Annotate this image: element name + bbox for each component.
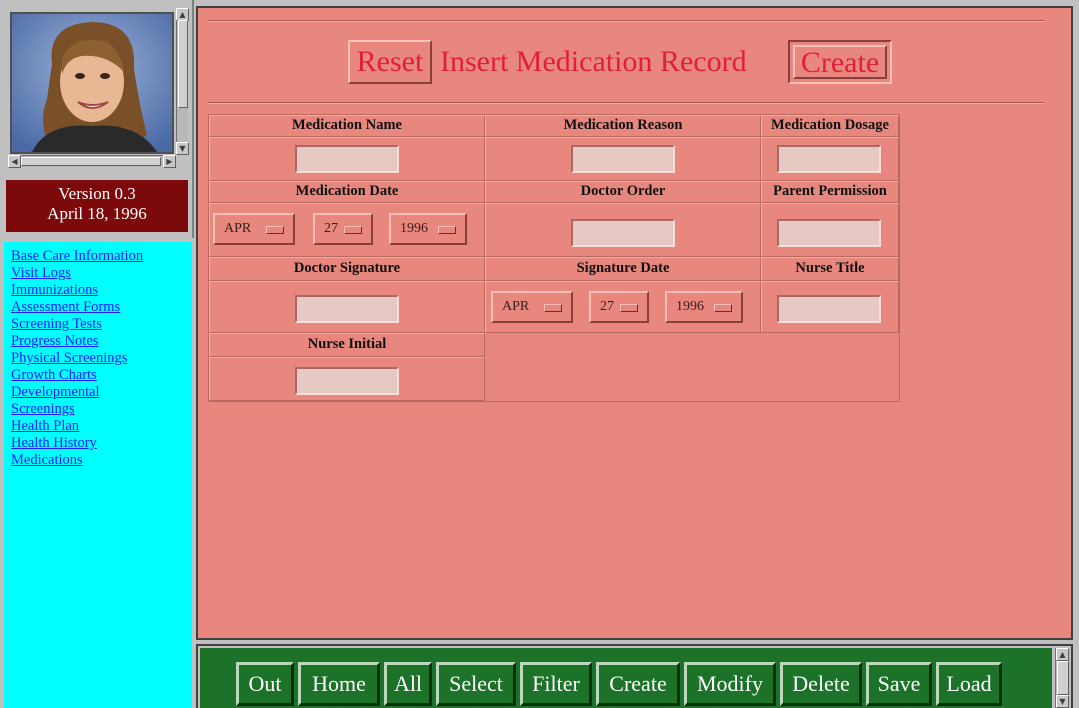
action-toolbar: Out Home All Select Filter Create Modify… xyxy=(200,648,1052,708)
create-record-label: Create xyxy=(793,45,887,79)
scroll-down-icon[interactable]: ▼ xyxy=(176,142,189,155)
modify-button[interactable]: Modify xyxy=(684,662,776,706)
doctor-signature-label: Doctor Signature xyxy=(293,260,401,276)
select-button[interactable]: Select xyxy=(436,662,516,706)
page-title: Insert Medication Record xyxy=(440,45,747,78)
medication-date-day-select[interactable]: 27 xyxy=(313,213,373,245)
medication-name-label: Medication Name xyxy=(292,117,402,133)
doctor-order-field[interactable] xyxy=(571,219,675,247)
medication-name-field[interactable] xyxy=(295,145,399,173)
signature-date-month-select[interactable]: APR xyxy=(491,291,573,323)
nurse-title-field[interactable] xyxy=(777,295,881,323)
nurse-initial-field[interactable] xyxy=(295,367,399,395)
navigation-list: Base Care Information Visit Logs Immuniz… xyxy=(4,242,192,708)
nav-link-growth-charts[interactable]: Growth Charts xyxy=(11,367,192,384)
nav-link-health-plan[interactable]: Health Plan xyxy=(11,418,192,435)
nav-link-screenings[interactable]: Screenings xyxy=(11,401,192,418)
medication-month-value: APR xyxy=(224,221,252,236)
medication-reason-field[interactable] xyxy=(571,145,675,173)
scroll-down-icon[interactable]: ▼ xyxy=(1056,695,1069,708)
medication-date-month-select[interactable]: APR xyxy=(213,213,295,245)
nav-link-health-history[interactable]: Health History xyxy=(11,435,192,452)
signature-month-value: APR xyxy=(502,299,530,314)
signature-day-value: 27 xyxy=(600,299,614,314)
nav-link-screening-tests[interactable]: Screening Tests xyxy=(11,316,192,333)
dropdown-indicator-icon xyxy=(266,226,284,234)
create-record-button[interactable]: Create xyxy=(788,40,892,84)
dropdown-indicator-icon xyxy=(544,304,562,312)
medication-dosage-label: Medication Dosage xyxy=(771,117,889,133)
scroll-up-icon[interactable]: ▲ xyxy=(1056,648,1069,661)
save-button[interactable]: Save xyxy=(866,662,932,706)
nav-link-medications[interactable]: Medications xyxy=(11,452,192,469)
load-button[interactable]: Load xyxy=(936,662,1002,706)
nav-link-assessment-forms[interactable]: Assessment Forms xyxy=(11,299,192,316)
nav-link-visit-logs[interactable]: Visit Logs xyxy=(11,265,192,282)
toolbar-frame: Out Home All Select Filter Create Modify… xyxy=(196,644,1073,708)
signature-year-value: 1996 xyxy=(676,299,704,314)
version-badge: Version 0.3 April 18, 1996 xyxy=(6,180,188,232)
reset-button[interactable]: Reset xyxy=(348,40,432,84)
medication-date-year-select[interactable]: 1996 xyxy=(389,213,467,245)
nurse-initial-label: Nurse Initial xyxy=(307,336,387,352)
version-date: April 18, 1996 xyxy=(47,204,147,223)
nav-link-progress-notes[interactable]: Progress Notes xyxy=(11,333,192,350)
create-button[interactable]: Create xyxy=(596,662,680,706)
scroll-thumb[interactable] xyxy=(178,20,188,108)
signature-date-day-select[interactable]: 27 xyxy=(589,291,649,323)
nav-link-immunizations[interactable]: Immunizations xyxy=(11,282,192,299)
medication-form-table: Medication Name Medication Reason Medica… xyxy=(208,114,900,402)
delete-button[interactable]: Delete xyxy=(780,662,862,706)
dropdown-indicator-icon xyxy=(620,304,638,312)
nav-link-developmental[interactable]: Developmental xyxy=(11,384,192,401)
nav-link-physical-screenings[interactable]: Physical Screenings xyxy=(11,350,192,367)
scroll-thumb[interactable] xyxy=(1057,661,1069,695)
dropdown-indicator-icon xyxy=(438,226,456,234)
version-number: Version 0.3 xyxy=(58,184,136,203)
navigation-frame: Base Care Information Visit Logs Immuniz… xyxy=(0,238,194,708)
out-button[interactable]: Out xyxy=(236,662,294,706)
medication-dosage-field[interactable] xyxy=(777,145,881,173)
parent-permission-label: Parent Permission xyxy=(773,183,887,199)
signature-date-year-select[interactable]: 1996 xyxy=(665,291,743,323)
home-button[interactable]: Home xyxy=(298,662,380,706)
photo-frame: ▲ ▼ ◀ ▶ xyxy=(0,0,194,172)
portrait-image xyxy=(12,14,172,152)
medication-year-value: 1996 xyxy=(400,221,428,236)
nav-link-base-care-information[interactable]: Base Care Information xyxy=(11,248,192,265)
all-button[interactable]: All xyxy=(384,662,432,706)
doctor-signature-field[interactable] xyxy=(295,295,399,323)
medication-reason-label: Medication Reason xyxy=(563,117,683,133)
photo-vertical-scrollbar[interactable]: ▲ ▼ xyxy=(176,8,189,155)
scroll-thumb-horizontal[interactable] xyxy=(21,157,161,166)
medication-date-label: Medication Date xyxy=(295,183,399,199)
nurse-title-label: Nurse Title xyxy=(795,260,865,276)
photo-horizontal-scrollbar[interactable]: ◀ ▶ xyxy=(8,155,176,168)
student-photo xyxy=(10,12,174,154)
filter-button[interactable]: Filter xyxy=(520,662,592,706)
toolbar-vertical-scrollbar[interactable]: ▲ ▼ xyxy=(1055,648,1070,708)
parent-permission-field[interactable] xyxy=(777,219,881,247)
scroll-left-icon[interactable]: ◀ xyxy=(8,155,21,168)
top-divider xyxy=(208,20,1044,22)
dropdown-indicator-icon xyxy=(344,226,362,234)
header-divider xyxy=(208,102,1044,104)
medication-day-value: 27 xyxy=(324,221,338,236)
medication-form-frame: Reset Insert Medication Record Create Me… xyxy=(196,6,1073,640)
doctor-order-label: Doctor Order xyxy=(580,183,666,199)
signature-date-label: Signature Date xyxy=(576,260,670,276)
version-frame: Version 0.3 April 18, 1996 xyxy=(0,172,194,238)
dropdown-indicator-icon xyxy=(714,304,732,312)
scroll-right-icon[interactable]: ▶ xyxy=(163,155,176,168)
